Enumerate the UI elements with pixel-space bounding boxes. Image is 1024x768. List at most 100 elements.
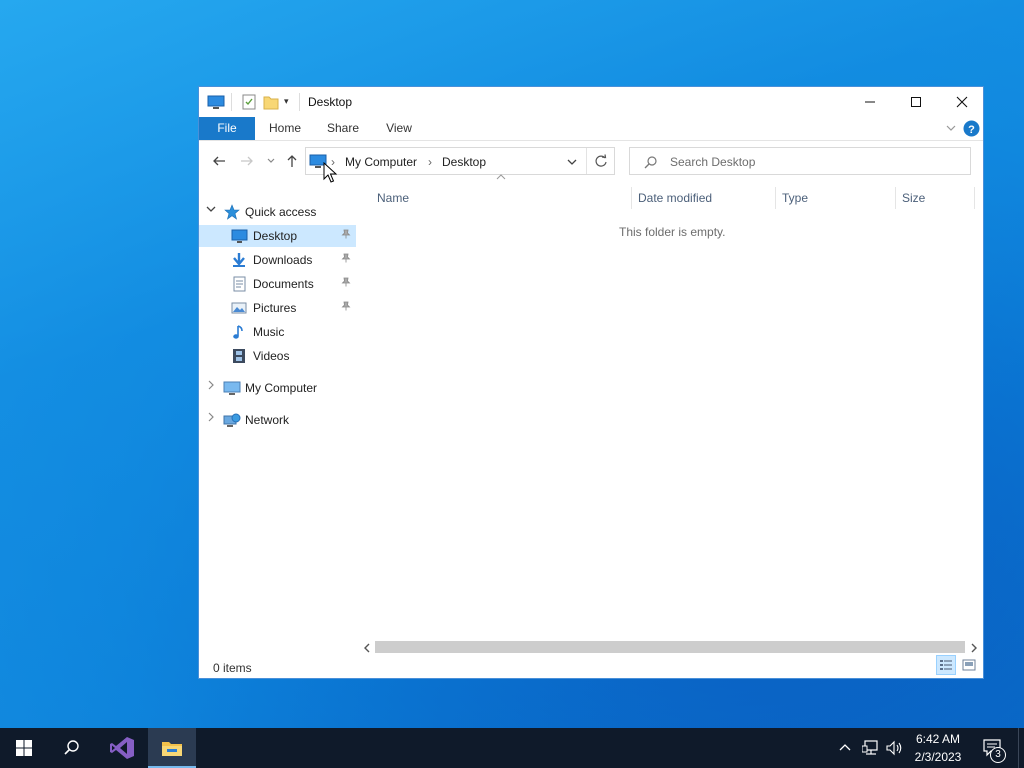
close-button[interactable] bbox=[939, 87, 985, 117]
sort-ascending-icon bbox=[496, 173, 506, 183]
details-view-button[interactable] bbox=[936, 655, 956, 675]
taskbar: 6:42 AM 2/3/2023 3 bbox=[0, 728, 1024, 768]
pin-icon bbox=[341, 301, 351, 314]
taskbar-search-button[interactable] bbox=[48, 728, 96, 768]
volume-icon[interactable] bbox=[886, 740, 904, 759]
tree-label-documents: Documents bbox=[253, 277, 314, 291]
tree-item-quick-access[interactable]: Quick access bbox=[199, 201, 356, 223]
minimize-button[interactable] bbox=[847, 87, 893, 117]
tree-label-desktop: Desktop bbox=[253, 229, 298, 243]
file-explorer-icon bbox=[162, 742, 182, 756]
chevron-down-icon bbox=[267, 158, 275, 163]
maximize-icon bbox=[911, 97, 921, 107]
titlebar-divider bbox=[299, 93, 300, 111]
tree-item-downloads[interactable]: Downloads bbox=[199, 249, 356, 271]
search-input[interactable]: Search Desktop bbox=[670, 155, 755, 169]
tree-item-my-computer[interactable]: My Computer bbox=[199, 377, 356, 399]
titlebar-divider bbox=[231, 93, 232, 111]
chevron-right-icon[interactable] bbox=[206, 412, 216, 425]
tree-item-music[interactable]: Music bbox=[199, 321, 356, 343]
tab-share[interactable]: Share bbox=[321, 117, 365, 140]
search-box[interactable]: Search Desktop bbox=[629, 147, 971, 175]
show-hidden-icons-icon[interactable] bbox=[838, 740, 852, 757]
chevron-down-icon[interactable] bbox=[206, 204, 216, 217]
forward-button[interactable] bbox=[237, 151, 257, 171]
tree-item-documents[interactable]: Documents bbox=[199, 273, 356, 295]
recent-locations-button[interactable] bbox=[261, 151, 281, 171]
window-desktop-icon bbox=[207, 94, 225, 113]
tree-label-pictures: Pictures bbox=[253, 301, 297, 315]
refresh-icon[interactable] bbox=[594, 154, 608, 171]
start-button[interactable] bbox=[0, 728, 48, 768]
documents-icon bbox=[231, 276, 247, 292]
item-count: 0 items bbox=[213, 661, 252, 675]
breadcrumb-separator-icon[interactable]: › bbox=[428, 155, 432, 169]
computer-icon bbox=[223, 380, 241, 396]
back-button[interactable] bbox=[209, 151, 229, 171]
large-icons-view-icon bbox=[962, 659, 976, 671]
show-desktop-divider[interactable] bbox=[1018, 728, 1019, 768]
column-divider[interactable] bbox=[895, 187, 896, 209]
videos-icon bbox=[231, 348, 247, 364]
tree-item-pictures[interactable]: Pictures bbox=[199, 297, 356, 319]
visual-studio-button[interactable] bbox=[98, 728, 146, 768]
window-title: Desktop bbox=[308, 95, 353, 109]
column-header-type[interactable]: Type bbox=[782, 191, 808, 211]
clock-time[interactable]: 6:42 AM bbox=[908, 732, 968, 746]
pictures-icon bbox=[231, 300, 247, 316]
network-status-icon[interactable] bbox=[861, 740, 880, 759]
navigation-pane: Quick access Desktop Downloads Documents… bbox=[199, 191, 357, 631]
close-icon bbox=[956, 96, 968, 108]
search-icon bbox=[64, 740, 79, 755]
pin-icon bbox=[341, 253, 351, 266]
tree-label-network: Network bbox=[245, 413, 290, 427]
address-bar[interactable]: › My Computer › Desktop bbox=[305, 147, 615, 175]
column-divider[interactable] bbox=[974, 187, 975, 209]
properties-icon[interactable] bbox=[241, 94, 257, 113]
tab-home[interactable]: Home bbox=[263, 117, 307, 140]
mouse-cursor-icon bbox=[323, 161, 338, 187]
chevron-right-icon[interactable] bbox=[206, 380, 216, 393]
up-button[interactable] bbox=[282, 151, 302, 171]
pin-icon bbox=[341, 277, 351, 290]
downloads-icon bbox=[231, 252, 247, 268]
file-explorer-button[interactable] bbox=[148, 728, 196, 768]
navigation-bar: › My Computer › Desktop Search Desktop bbox=[199, 141, 983, 181]
column-header-date-modified[interactable]: Date modified bbox=[638, 191, 712, 211]
music-icon bbox=[231, 324, 247, 340]
column-divider[interactable] bbox=[775, 187, 776, 209]
details-view-icon bbox=[940, 660, 952, 670]
tab-view[interactable]: View bbox=[379, 117, 419, 140]
tree-label-quick-access: Quick access bbox=[245, 205, 317, 219]
breadcrumb-desktop[interactable]: Desktop bbox=[442, 155, 486, 169]
tree-item-network[interactable]: Network bbox=[199, 409, 356, 431]
file-explorer-window: ▾ Desktop File Home Share View ? › My Co… bbox=[198, 86, 984, 679]
clock-date[interactable]: 2/3/2023 bbox=[908, 750, 968, 764]
column-divider[interactable] bbox=[631, 187, 632, 209]
customize-toolbar-icon[interactable]: ▾ bbox=[284, 96, 289, 107]
network-icon bbox=[223, 412, 241, 428]
expand-ribbon-icon[interactable] bbox=[945, 122, 957, 137]
back-arrow-icon bbox=[213, 156, 225, 166]
column-header-size[interactable]: Size bbox=[902, 191, 925, 211]
file-list[interactable]: Name Date modified Type Size This folder… bbox=[359, 174, 983, 651]
tree-label-videos: Videos bbox=[253, 349, 290, 363]
address-divider bbox=[586, 148, 587, 174]
search-icon bbox=[644, 155, 658, 172]
tree-item-desktop[interactable]: Desktop bbox=[199, 225, 356, 247]
new-folder-icon[interactable] bbox=[263, 94, 279, 113]
maximize-button[interactable] bbox=[893, 87, 939, 117]
forward-arrow-icon bbox=[241, 156, 253, 166]
tab-file[interactable]: File bbox=[199, 117, 255, 140]
address-dropdown-icon[interactable] bbox=[566, 156, 578, 171]
column-header-name[interactable]: Name bbox=[377, 191, 409, 211]
breadcrumb-my-computer[interactable]: My Computer bbox=[345, 155, 417, 169]
tree-item-videos[interactable]: Videos bbox=[199, 345, 356, 367]
up-arrow-icon bbox=[287, 155, 297, 167]
pin-icon bbox=[341, 229, 351, 242]
help-icon[interactable]: ? bbox=[963, 120, 980, 140]
large-icons-view-button[interactable] bbox=[959, 655, 979, 675]
tree-label-music: Music bbox=[253, 325, 285, 339]
scrollbar-thumb[interactable] bbox=[375, 641, 965, 653]
tree-label-downloads: Downloads bbox=[253, 253, 313, 267]
